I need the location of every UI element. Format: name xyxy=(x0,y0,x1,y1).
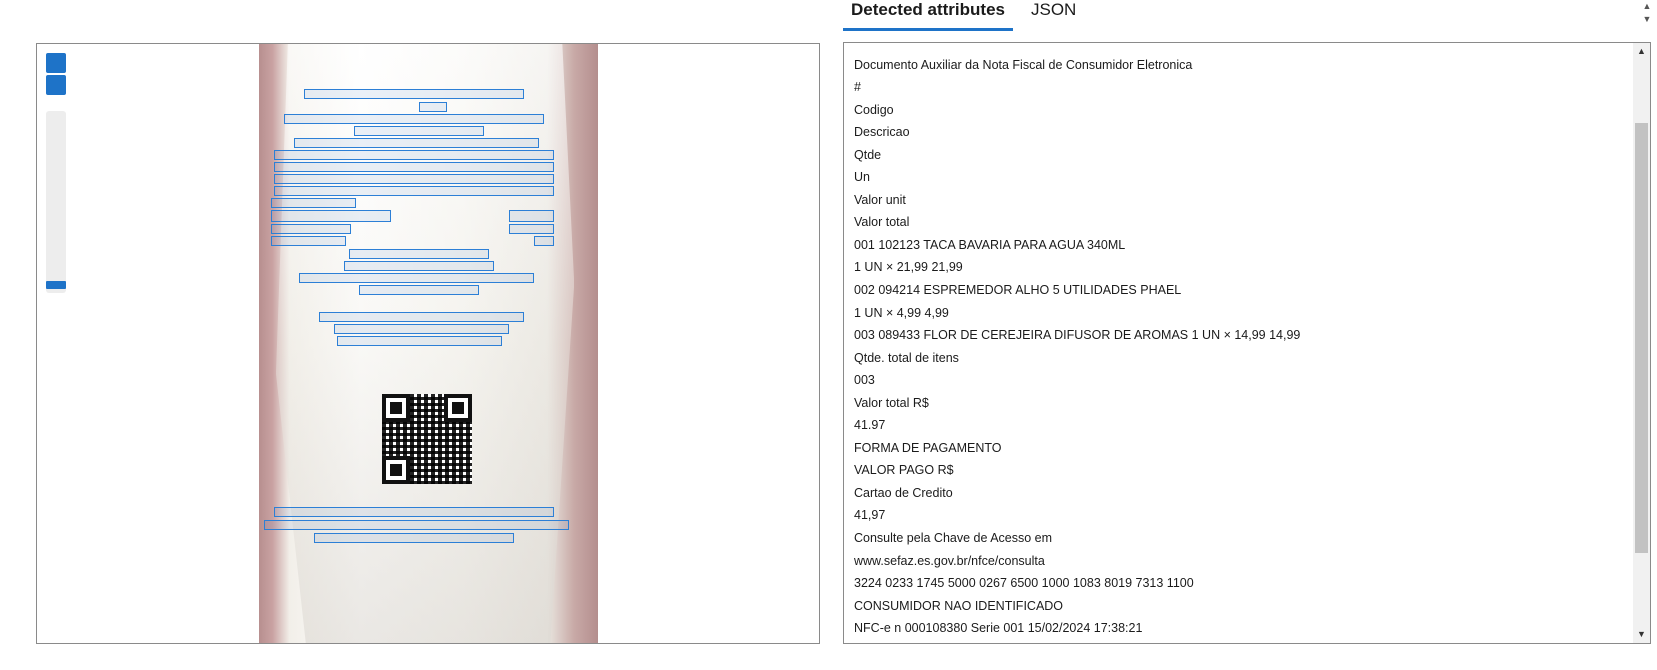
ocr-box xyxy=(314,533,514,543)
qr-code xyxy=(382,394,472,484)
ocr-box xyxy=(344,261,494,271)
ocr-box xyxy=(274,150,554,160)
ocr-box xyxy=(271,210,391,222)
receipt-image xyxy=(259,44,598,643)
ocr-box xyxy=(304,89,524,99)
ocr-box xyxy=(264,520,569,530)
list-item: Codigo xyxy=(854,102,894,117)
zoom-out-button[interactable] xyxy=(46,75,66,95)
ocr-box xyxy=(299,273,534,283)
zoom-in-button[interactable] xyxy=(46,53,66,73)
list-item: Valor unit xyxy=(854,192,906,207)
list-item: 3224 0233 1745 5000 0267 6500 1000 1083 … xyxy=(854,576,1194,591)
list-item: 003 089433 FLOR DE CEREJEIRA DIFUSOR DE … xyxy=(854,328,1301,343)
ocr-box xyxy=(284,114,544,124)
ocr-box xyxy=(274,162,554,172)
ocr-box xyxy=(274,507,554,517)
list-item: Consulte pela Chave de Acesso em xyxy=(854,531,1053,546)
list-item: Valor total R$ xyxy=(854,395,929,410)
zoom-slider[interactable] xyxy=(46,111,66,293)
tab-bar: Detected attributes JSON xyxy=(843,0,1094,31)
list-item: 001 102123 TACA BAVARIA PARA AGUA 340ML xyxy=(854,237,1126,252)
list-item: VALOR PAGO R$ xyxy=(854,463,954,478)
ocr-box xyxy=(334,324,509,334)
ocr-box xyxy=(509,210,554,222)
list-item: Qtde. total de itens xyxy=(854,350,959,365)
scroll-down-icon[interactable]: ▼ xyxy=(1639,13,1655,26)
list-item: Qtde xyxy=(854,147,882,162)
list-item: www.sefaz.es.gov.br/nfce/consulta xyxy=(854,553,1045,568)
list-item: # xyxy=(854,80,861,95)
list-item: 002 094214 ESPREMEDOR ALHO 5 UTILIDADES … xyxy=(854,283,1182,298)
list-item: NFC-e n 000108380 Serie 001 15/02/2024 1… xyxy=(854,621,1143,636)
ocr-box xyxy=(271,224,351,234)
list-item: 1 UN × 21,99 21,99 xyxy=(854,260,963,275)
ocr-box xyxy=(419,102,447,112)
ocr-box xyxy=(274,174,554,184)
image-viewer[interactable] xyxy=(36,43,820,644)
scroll-up-icon[interactable]: ▲ xyxy=(1639,0,1655,13)
list-item: 1 UN × 4,99 4,99 xyxy=(854,305,949,320)
list-item: FORMA DE PAGAMENTO xyxy=(854,440,1002,455)
ocr-box xyxy=(271,198,356,208)
ocr-box xyxy=(509,224,554,234)
list-item: Cartao de Credito xyxy=(854,485,953,500)
attributes-list: Documento Auxiliar da Nota Fiscal de Con… xyxy=(844,43,1632,640)
list-item: CONSUMIDOR NAO IDENTIFICADO xyxy=(854,598,1064,613)
ocr-box xyxy=(349,249,489,259)
ocr-box xyxy=(354,126,484,136)
ocr-box xyxy=(337,336,502,346)
tab-json[interactable]: JSON xyxy=(1023,0,1084,28)
ocr-box xyxy=(319,312,524,322)
list-item: Valor total xyxy=(854,215,910,230)
list-item xyxy=(854,43,1632,54)
ocr-box xyxy=(271,236,346,246)
attributes-panel[interactable]: Documento Auxiliar da Nota Fiscal de Con… xyxy=(843,42,1651,644)
list-item: Documento Auxiliar da Nota Fiscal de Con… xyxy=(854,57,1193,72)
list-item: 41.97 xyxy=(854,418,886,433)
list-item: Un xyxy=(854,170,870,185)
ocr-box xyxy=(274,186,554,196)
zoom-slider-thumb[interactable] xyxy=(46,281,66,289)
list-item: 41,97 xyxy=(854,508,886,523)
page-scrollbar[interactable]: ▲ ▼ xyxy=(1639,0,1655,28)
ocr-box xyxy=(294,138,539,148)
tab-detected-attributes[interactable]: Detected attributes xyxy=(843,0,1013,31)
list-item: Descricao xyxy=(854,125,910,140)
ocr-box xyxy=(359,285,479,295)
list-item: 003 xyxy=(854,373,875,388)
scroll-up-icon[interactable]: ▲ xyxy=(1633,43,1650,60)
scrollbar-thumb[interactable] xyxy=(1635,123,1648,553)
ocr-box xyxy=(534,236,554,246)
attributes-scrollbar[interactable]: ▲ ▼ xyxy=(1633,43,1650,643)
scroll-down-icon[interactable]: ▼ xyxy=(1633,626,1650,643)
